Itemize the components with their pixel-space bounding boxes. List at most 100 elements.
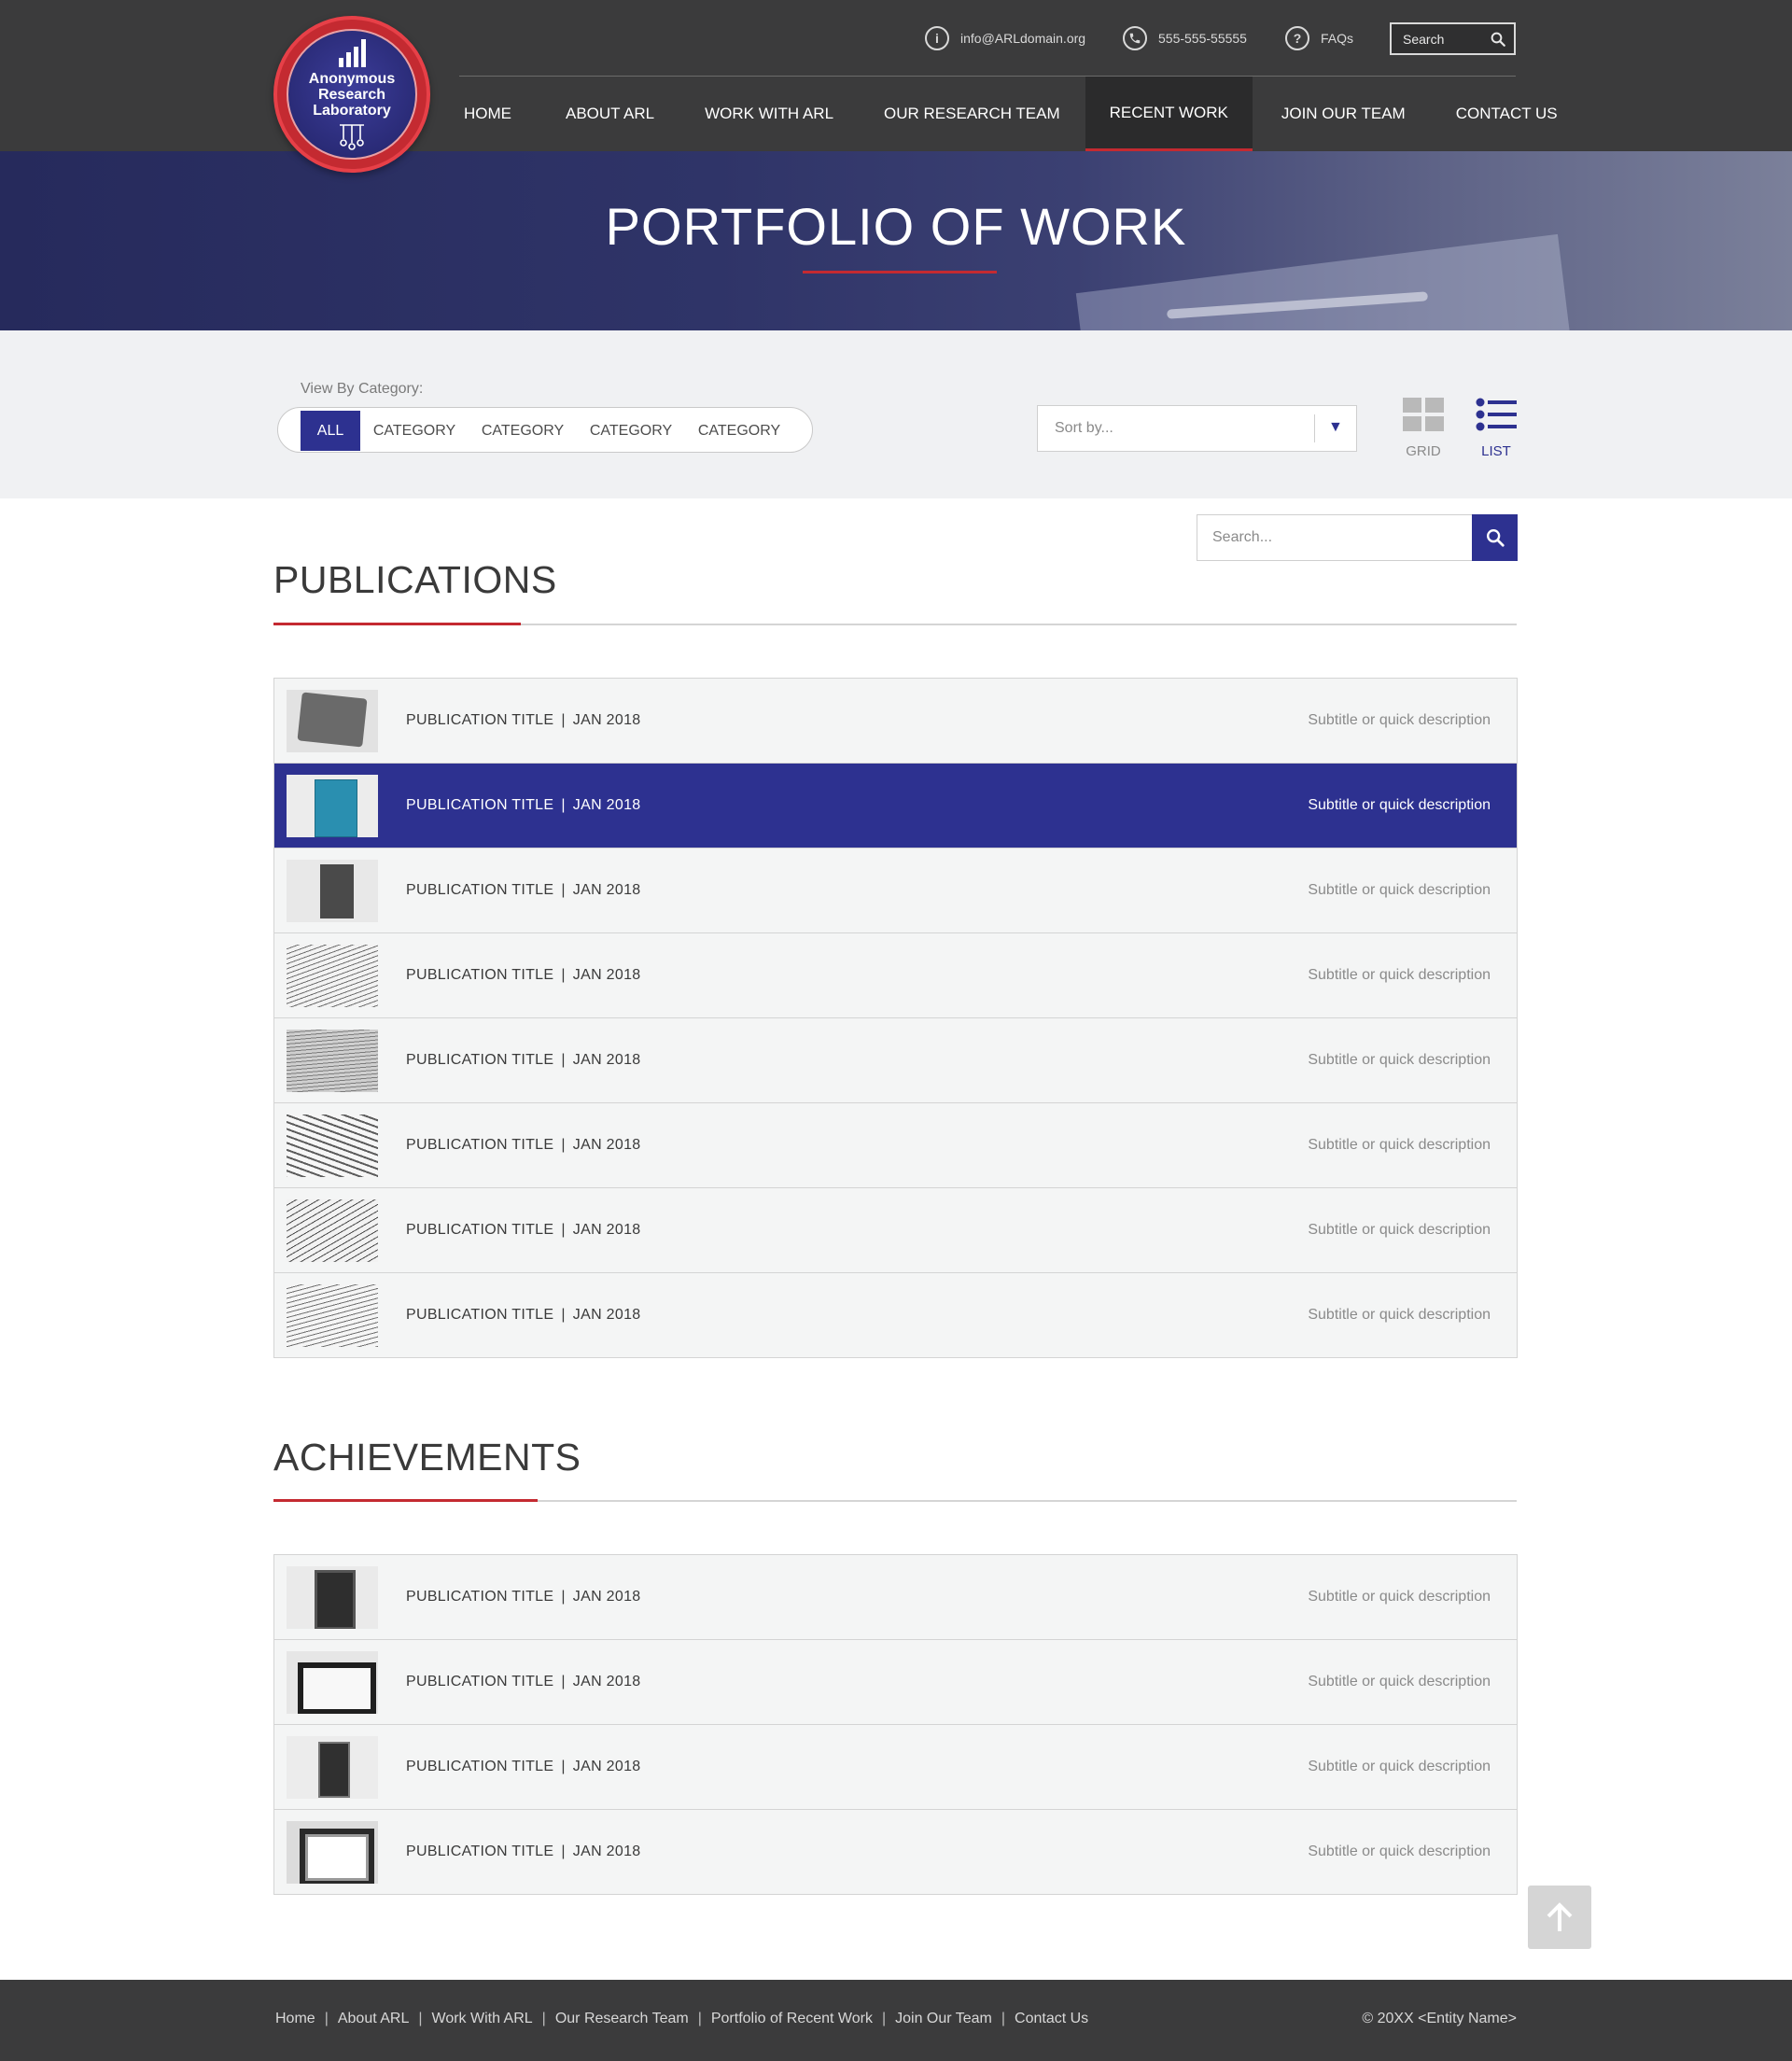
separator: | bbox=[561, 967, 566, 983]
item-title: PUBLICATION TITLE bbox=[406, 712, 554, 728]
publications-search-input[interactable] bbox=[1197, 514, 1472, 561]
publication-thumbnail bbox=[287, 1030, 378, 1092]
footer-nav: Home | About ARL | Work With ARL | Our Rese… bbox=[275, 2011, 1088, 2027]
copyright: © 20XX <Entity Name> bbox=[1362, 2011, 1517, 2026]
item-description: Subtitle or quick description bbox=[1308, 882, 1491, 898]
item-description: Subtitle or quick description bbox=[1308, 1844, 1491, 1859]
item-title: PUBLICATION TITLE bbox=[406, 797, 554, 813]
item-title: PUBLICATION TITLE bbox=[406, 1137, 554, 1153]
item-description: Subtitle or quick description bbox=[1308, 1589, 1491, 1605]
item-title: PUBLICATION TITLE bbox=[406, 1844, 554, 1859]
footer-link-home[interactable]: Home bbox=[275, 2011, 315, 2027]
item-title-line: PUBLICATION TITLE | JAN 2018 bbox=[406, 1052, 640, 1069]
footer-link-work-with-arl[interactable]: Work With ARL bbox=[432, 2011, 533, 2027]
header-search-input[interactable] bbox=[1392, 24, 1485, 53]
footer-separator: | bbox=[881, 2011, 887, 2026]
separator: | bbox=[561, 797, 566, 813]
item-date: JAN 2018 bbox=[572, 1844, 641, 1859]
footer-link-portfolio[interactable]: Portfolio of Recent Work bbox=[711, 2011, 873, 2027]
nav-about-arl[interactable]: ABOUT ARL bbox=[561, 77, 659, 151]
item-date: JAN 2018 bbox=[572, 712, 641, 728]
publications-search bbox=[1197, 514, 1518, 561]
achievement-thumbnail bbox=[287, 1651, 378, 1714]
footer-link-our-research-team[interactable]: Our Research Team bbox=[555, 2011, 689, 2027]
email-link[interactable]: i info@ARLdomain.org bbox=[925, 24, 1085, 52]
list-item[interactable]: PUBLICATION TITLE | JAN 2018 Subtitle or q… bbox=[274, 1725, 1517, 1810]
search-icon[interactable] bbox=[1490, 31, 1506, 52]
list-item[interactable]: PUBLICATION TITLE | JAN 2018 Subtitle or q… bbox=[274, 1640, 1517, 1725]
separator: | bbox=[561, 1674, 566, 1689]
footer-link-about-arl[interactable]: About ARL bbox=[338, 2011, 410, 2027]
question-icon: ? bbox=[1285, 26, 1309, 50]
list-item[interactable]: PUBLICATION TITLE | JAN 2018 Subtitle or q… bbox=[274, 1273, 1517, 1358]
category-all[interactable]: ALL bbox=[301, 411, 360, 451]
nav-join-our-team[interactable]: JOIN OUR TEAM bbox=[1277, 77, 1410, 151]
list-item[interactable]: PUBLICATION TITLE | JAN 2018 Subtitle or q… bbox=[274, 1810, 1517, 1895]
list-item[interactable]: PUBLICATION TITLE | JAN 2018 Subtitle or q… bbox=[274, 848, 1517, 933]
item-title: PUBLICATION TITLE bbox=[406, 1674, 554, 1689]
phone-link[interactable]: 555-555-55555 bbox=[1123, 24, 1247, 52]
item-title: PUBLICATION TITLE bbox=[406, 1222, 554, 1238]
hero-banner: PORTFOLIO OF WORK bbox=[0, 151, 1792, 330]
item-date: JAN 2018 bbox=[572, 1307, 641, 1323]
publications-heading: PUBLICATIONS bbox=[273, 558, 557, 601]
list-item[interactable]: PUBLICATION TITLE | JAN 2018 Subtitle or q… bbox=[274, 933, 1517, 1018]
sort-by-placeholder: Sort by... bbox=[1055, 420, 1113, 436]
item-date: JAN 2018 bbox=[572, 1759, 641, 1774]
logo-line-3: Laboratory bbox=[313, 102, 391, 119]
footer-link-contact-us[interactable]: Contact Us bbox=[1015, 2011, 1088, 2027]
nav-work-with-arl[interactable]: WORK WITH ARL bbox=[700, 77, 838, 151]
nav-recent-work[interactable]: RECENT WORK bbox=[1085, 77, 1253, 151]
publication-thumbnail bbox=[287, 690, 378, 752]
item-description: Subtitle or quick description bbox=[1308, 1222, 1491, 1238]
achievements-underline bbox=[273, 1499, 538, 1502]
item-title: PUBLICATION TITLE bbox=[406, 1759, 554, 1774]
arrow-up-icon bbox=[1547, 1902, 1573, 1931]
separator: | bbox=[561, 1222, 566, 1238]
item-date: JAN 2018 bbox=[572, 882, 641, 898]
item-date: JAN 2018 bbox=[572, 1222, 641, 1238]
faqs-link[interactable]: ? FAQs bbox=[1285, 24, 1353, 52]
publications-search-button[interactable] bbox=[1472, 514, 1518, 561]
item-date: JAN 2018 bbox=[572, 1137, 641, 1153]
item-description: Subtitle or quick description bbox=[1308, 1674, 1491, 1689]
list-item[interactable]: PUBLICATION TITLE | JAN 2018 Subtitle or q… bbox=[274, 1103, 1517, 1188]
nav-home[interactable]: HOME bbox=[459, 77, 516, 151]
footer-separator: | bbox=[324, 2011, 329, 2026]
category-option[interactable]: CATEGORY bbox=[368, 411, 461, 451]
list-view-toggle[interactable]: LIST bbox=[1468, 398, 1524, 459]
logo-badge: Anonymous Research Laboratory bbox=[287, 29, 417, 160]
list-item[interactable]: PUBLICATION TITLE | JAN 2018 Subtitle or q… bbox=[274, 1555, 1517, 1640]
nav-contact-us[interactable]: CONTACT US bbox=[1451, 77, 1558, 151]
item-description: Subtitle or quick description bbox=[1308, 967, 1491, 983]
item-title-line: PUBLICATION TITLE | JAN 2018 bbox=[406, 1844, 640, 1860]
list-item[interactable]: PUBLICATION TITLE | JAN 2018 Subtitle or q… bbox=[274, 764, 1517, 848]
bar-chart-icon bbox=[338, 38, 366, 67]
achievements-heading: ACHIEVEMENTS bbox=[273, 1436, 581, 1479]
phone-icon bbox=[1123, 26, 1147, 50]
item-description: Subtitle or quick description bbox=[1308, 1759, 1491, 1774]
item-title-line: PUBLICATION TITLE | JAN 2018 bbox=[406, 1222, 640, 1239]
arl-logo[interactable]: Anonymous Research Laboratory bbox=[273, 16, 430, 173]
grid-view-toggle[interactable]: GRID bbox=[1395, 398, 1451, 459]
achievements-list: PUBLICATION TITLE | JAN 2018 Subtitle or q… bbox=[273, 1554, 1518, 1895]
circuit-icon bbox=[340, 123, 364, 150]
item-title: PUBLICATION TITLE bbox=[406, 882, 554, 898]
sort-by-select[interactable]: Sort by... ▼ bbox=[1037, 405, 1357, 452]
footer-link-join-our-team[interactable]: Join Our Team bbox=[895, 2011, 992, 2027]
list-label: LIST bbox=[1481, 443, 1511, 459]
list-item[interactable]: PUBLICATION TITLE | JAN 2018 Subtitle or q… bbox=[274, 1018, 1517, 1103]
logo-line-2: Research bbox=[317, 86, 386, 103]
back-to-top-button[interactable] bbox=[1528, 1886, 1591, 1949]
item-date: JAN 2018 bbox=[572, 1674, 641, 1689]
item-description: Subtitle or quick description bbox=[1308, 712, 1491, 728]
category-option[interactable]: CATEGORY bbox=[476, 411, 569, 451]
category-option[interactable]: CATEGORY bbox=[584, 411, 678, 451]
list-item[interactable]: PUBLICATION TITLE | JAN 2018 Subtitle or q… bbox=[274, 679, 1517, 764]
list-item[interactable]: PUBLICATION TITLE | JAN 2018 Subtitle or q… bbox=[274, 1188, 1517, 1273]
view-by-category-label: View By Category: bbox=[301, 381, 424, 397]
category-option[interactable]: CATEGORY bbox=[693, 411, 786, 451]
footer-separator: | bbox=[697, 2011, 702, 2026]
nav-our-research-team[interactable]: OUR RESEARCH TEAM bbox=[879, 77, 1065, 151]
filter-bar: View By Category: ALL CATEGORY CATEGORY … bbox=[0, 330, 1792, 498]
